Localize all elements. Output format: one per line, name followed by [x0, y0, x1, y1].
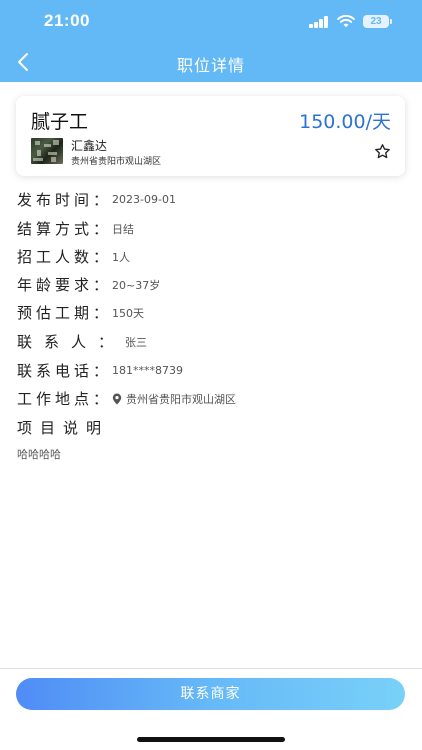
location-pin-icon — [112, 393, 122, 404]
status-bar: 21:00 23 — [0, 0, 422, 44]
job-title: 腻子工 — [31, 111, 89, 133]
header: 21:00 23 职位详情 — [0, 0, 422, 82]
detail-value-location: 贵州省贵阳市观山湖区 — [126, 392, 237, 406]
detail-row-settlement: 结算方式：日结 — [17, 218, 134, 238]
detail-value-settlement: 日结 — [112, 222, 135, 236]
battery-icon: 23 — [363, 15, 389, 28]
detail-label-contact: 联系人： — [17, 333, 126, 351]
contact-merchant-button[interactable]: 联系商家 — [16, 678, 405, 710]
detail-row-location: 工作地点： 贵州省贵阳市观山湖区 — [17, 388, 236, 408]
company-name: 汇鑫达 — [71, 139, 108, 153]
page-title: 职位详情 — [176, 56, 245, 75]
detail-row-period: 预估工期：150天 — [17, 302, 144, 322]
detail-row-phone: 联系电话：181****8739 — [17, 360, 183, 380]
detail-value-period: 150天 — [112, 306, 145, 320]
detail-value-publish_time: 2023-09-01 — [112, 193, 176, 206]
detail-row-contact: 联系人：张三 — [17, 331, 147, 351]
detail-value-headcount: 1人 — [112, 250, 131, 264]
detail-value-contact: 张三 — [125, 335, 148, 349]
cellular-signal-icon — [309, 16, 331, 28]
detail-row-publish_time: 发布时间：2023-09-01 — [17, 189, 176, 209]
detail-label-publish_time: 发布时间： — [17, 191, 113, 209]
project-section-title: 项目说明 — [17, 419, 110, 437]
company-logo-image — [31, 138, 63, 164]
status-time: 21:00 — [44, 11, 90, 30]
detail-label-settlement: 结算方式： — [17, 220, 113, 238]
home-indicator — [137, 737, 285, 742]
detail-row-headcount: 招工人数：1人 — [17, 246, 130, 266]
company-address: 贵州省贵阳市观山湖区 — [71, 157, 162, 167]
detail-label-phone: 联系电话： — [17, 362, 113, 380]
detail-label-location: 工作地点： — [17, 390, 113, 408]
favorite-button[interactable] — [374, 143, 391, 160]
detail-label-headcount: 招工人数： — [17, 248, 113, 266]
star-outline-icon — [375, 144, 390, 159]
detail-label-age: 年龄要求： — [17, 276, 113, 294]
detail-value-age: 20~37岁 — [112, 278, 161, 292]
detail-value-phone: 181****8739 — [112, 364, 184, 377]
detail-row-age: 年龄要求：20~37岁 — [17, 274, 160, 294]
job-wage: 150.00/天 — [299, 111, 391, 133]
project-description: 哈哈哈哈 — [17, 448, 61, 461]
detail-label-period: 预估工期： — [17, 304, 113, 322]
job-card: 腻子工 150.00/天 汇鑫达 贵州省贵阳市观山湖区 — [16, 96, 405, 176]
bottom-divider — [0, 668, 422, 669]
wifi-icon — [337, 14, 355, 28]
nav-bar: 职位详情 — [0, 44, 422, 82]
battery-tip — [390, 19, 392, 24]
